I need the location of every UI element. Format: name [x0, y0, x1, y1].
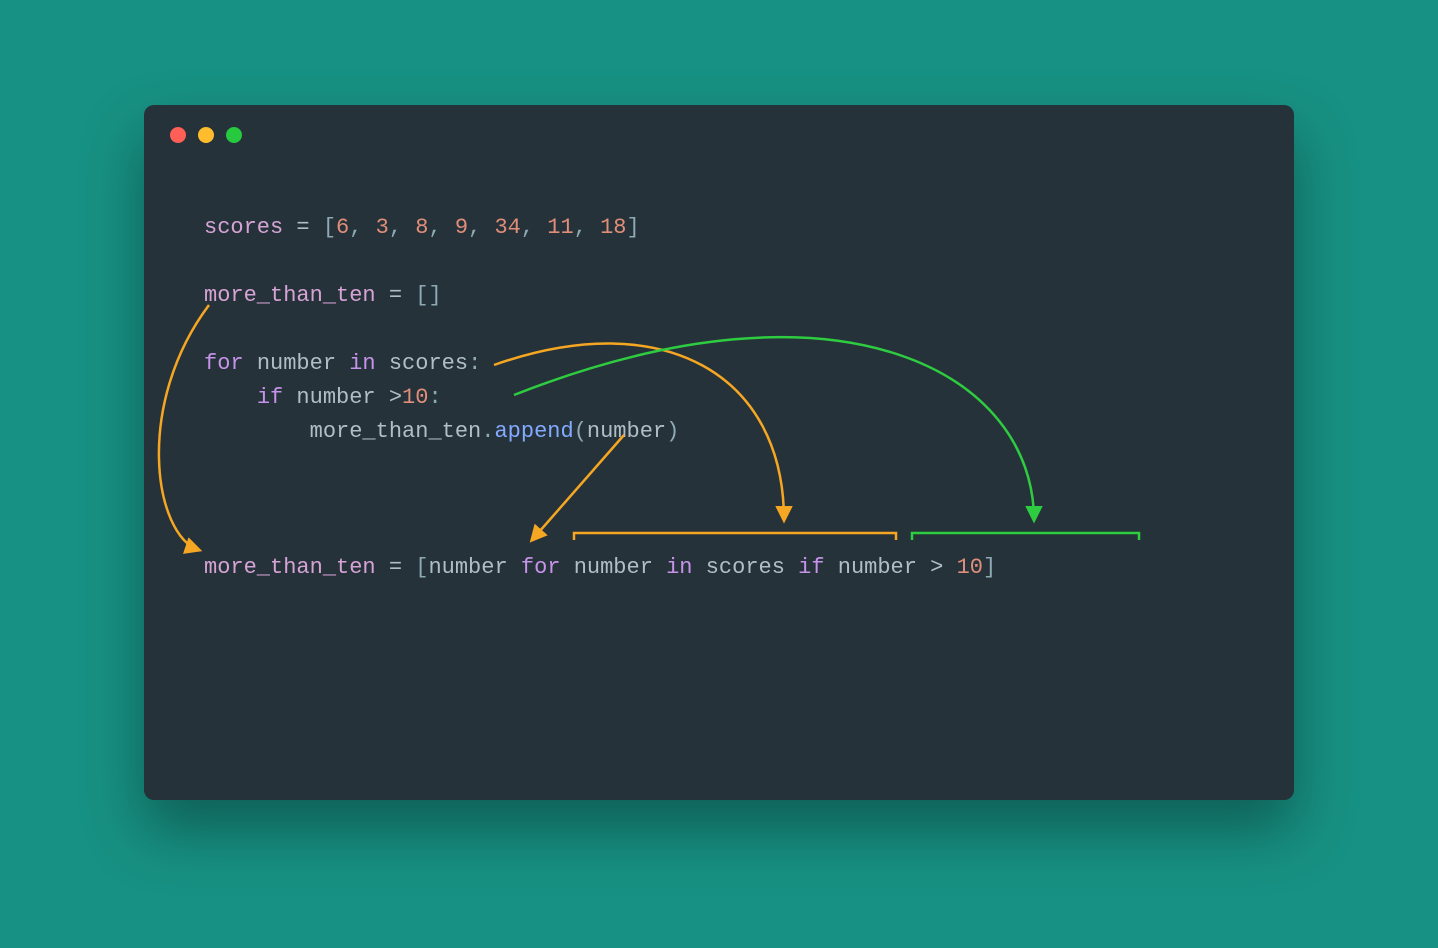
line-5: for number in scores: — [204, 351, 481, 376]
code-window: scores = [6, 3, 8, 9, 34, 11, 18] more_t… — [144, 105, 1294, 800]
window-traffic-lights — [144, 105, 1294, 165]
line-1: scores = [6, 3, 8, 9, 34, 11, 18] — [204, 215, 640, 240]
line-6: if number >10: — [204, 385, 442, 410]
arrow-empty-list-to-var — [159, 305, 209, 550]
zoom-icon — [226, 127, 242, 143]
line-7: more_than_ten.append(number) — [204, 419, 679, 444]
close-icon — [170, 127, 186, 143]
line-11: more_than_ten = [number for number in sc… — [204, 555, 996, 580]
line-3: more_than_ten = [] — [204, 283, 442, 308]
code-block: scores = [6, 3, 8, 9, 34, 11, 18] more_t… — [204, 211, 996, 585]
minimize-icon — [198, 127, 214, 143]
